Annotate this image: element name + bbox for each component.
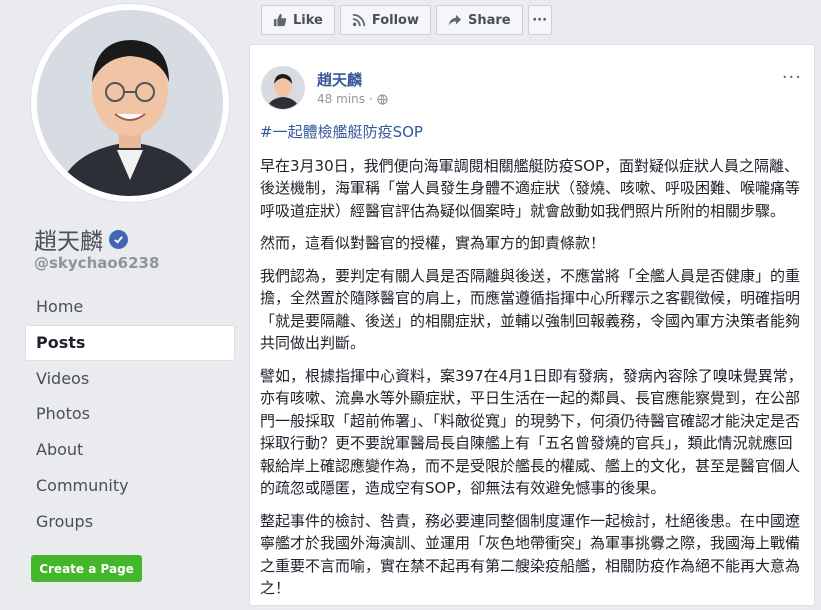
like-label: Like	[293, 12, 323, 28]
post-paragraph: 早在3月30日，我們便向海軍調閱相關艦艇防疫SOP，面對疑似症狀人員之隔離、後送…	[260, 156, 801, 220]
post-author-name[interactable]: 趙天麟	[317, 69, 362, 90]
post-paragraph: 然而，這看似對醫官的授權，實為軍方的卸責條款！	[260, 234, 606, 252]
nav-item-posts[interactable]: Posts	[26, 325, 234, 360]
nav-item-about[interactable]: About	[26, 433, 234, 467]
nav-item-home[interactable]: Home	[26, 290, 234, 324]
profile-photo-illustration	[37, 10, 223, 196]
page-action-bar: Like Follow Share ···	[261, 5, 557, 35]
nav-item-videos[interactable]: Videos	[26, 362, 234, 396]
profile-picture-frame[interactable]	[31, 4, 229, 202]
like-button[interactable]: Like	[261, 5, 335, 35]
page-name-row: 趙天麟	[34, 222, 128, 256]
follow-button[interactable]: Follow	[339, 5, 431, 35]
profile-picture[interactable]	[37, 10, 223, 196]
post-avatar-illustration	[262, 67, 304, 109]
page-sidebar: 趙天麟 @skychao6238 Home Posts Videos Photo…	[0, 0, 246, 591]
thumbs-up-icon	[273, 13, 287, 27]
share-arrow-icon	[448, 14, 462, 26]
post-more-button[interactable]: ···	[782, 67, 802, 88]
post-hashtag[interactable]: #一起體檢艦艇防疫SOP	[260, 121, 805, 144]
post-timestamp[interactable]: 48 mins	[317, 92, 365, 106]
nav-item-photos[interactable]: Photos	[26, 397, 234, 431]
verified-badge-icon	[109, 229, 128, 249]
post-card: 趙天麟 48 mins · ··· #一起體檢艦艇防疫SOP 早在3月30日，我…	[249, 44, 815, 606]
post-paragraph: 我們認為，要判定有關人員是否隔離與後送，不應當將「全艦人員是否健康」的重擔，全然…	[260, 266, 801, 353]
post-body: #一起體檢艦艇防疫SOP 早在3月30日，我們便向海軍調閱相關艦艇防疫SOP，面…	[260, 121, 805, 610]
page-handle[interactable]: @skychao6238	[34, 254, 159, 272]
page-more-button[interactable]: ···	[527, 5, 552, 35]
follow-label: Follow	[371, 12, 419, 28]
page-name[interactable]: 趙天麟	[34, 222, 103, 256]
share-label: Share	[468, 12, 511, 28]
nav-item-community[interactable]: Community	[26, 469, 234, 503]
page-nav: Home Posts Videos Photos About Community…	[26, 290, 234, 541]
post-meta: 48 mins ·	[317, 92, 388, 106]
share-button[interactable]: Share	[436, 5, 523, 35]
post-paragraph: 譬如，根據指揮中心資料，案397在4月1日即有發病，發病內容除了嗅味覺異常，亦有…	[260, 366, 803, 498]
rss-follow-icon	[352, 13, 365, 27]
post-paragraph: 整起事件的檢討、咎責，務必要連同整個制度運作一起檢討，杜絕後患。在中國遼寧艦才於…	[260, 511, 801, 598]
post-author-avatar[interactable]	[262, 67, 304, 109]
nav-item-groups[interactable]: Groups	[26, 505, 234, 539]
create-page-button[interactable]: Create a Page	[31, 555, 142, 582]
globe-icon	[377, 93, 388, 105]
